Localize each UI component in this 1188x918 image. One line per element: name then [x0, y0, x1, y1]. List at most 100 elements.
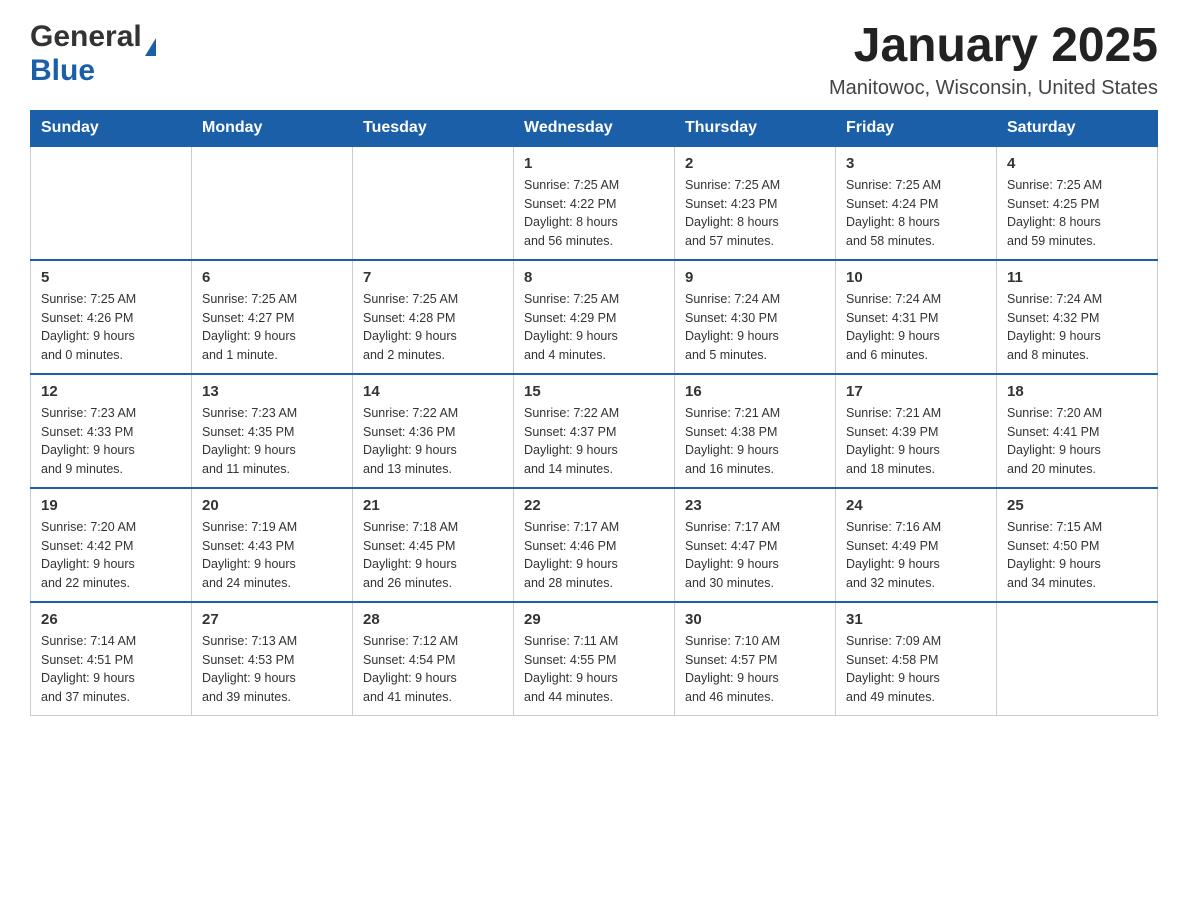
- weekday-header-thursday: Thursday: [675, 110, 836, 146]
- day-number: 16: [685, 383, 825, 400]
- day-info: Sunrise: 7:15 AM Sunset: 4:50 PM Dayligh…: [1007, 518, 1147, 593]
- calendar-cell: 30Sunrise: 7:10 AM Sunset: 4:57 PM Dayli…: [675, 602, 836, 716]
- calendar-cell: 14 Sunrise: 7:22 AM Sunset: 4:36 PM Dayli…: [353, 374, 514, 488]
- day-info: Sunrise: 7:25 AM Sunset: 4:25 PM Dayligh…: [1007, 176, 1147, 251]
- day-info: Sunrise: 7:09 AM Sunset: 4:58 PM Dayligh…: [846, 632, 986, 707]
- day-info: Sunrise: 7:25 AM Sunset: 4:26 PM Dayligh…: [41, 290, 181, 365]
- title-block: January 2025 Manitowoc, Wisconsin, Unite…: [829, 20, 1158, 100]
- calendar-cell: 17 Sunrise: 7:21 AM Sunset: 4:39 PM Dayli…: [836, 374, 997, 488]
- calendar-cell: 29 Sunrise: 7:11 AM Sunset: 4:55 PM Dayli…: [514, 602, 675, 716]
- day-info: Sunrise: 7:25 AM Sunset: 4:24 PM Dayligh…: [846, 176, 986, 251]
- day-number: 9: [685, 269, 825, 286]
- calendar-cell: 5 Sunrise: 7:25 AM Sunset: 4:26 PM Daylig…: [31, 260, 192, 374]
- day-number: 14: [363, 383, 503, 400]
- calendar-cell: 11 Sunrise: 7:24 AM Sunset: 4:32 PM Dayli…: [997, 260, 1158, 374]
- weekday-header-saturday: Saturday: [997, 110, 1158, 146]
- day-number: 25: [1007, 497, 1147, 514]
- calendar-cell: 31 Sunrise: 7:09 AM Sunset: 4:58 PM Dayli…: [836, 602, 997, 716]
- calendar-cell: 15 Sunrise: 7:22 AM Sunset: 4:37 PM Dayli…: [514, 374, 675, 488]
- calendar-week-row: 12 Sunrise: 7:23 AM Sunset: 4:33 PM Dayli…: [31, 374, 1158, 488]
- day-number: 28: [363, 611, 503, 628]
- day-number: 2: [685, 155, 825, 172]
- day-number: 11: [1007, 269, 1147, 286]
- calendar-cell: 28 Sunrise: 7:12 AM Sunset: 4:54 PM Dayli…: [353, 602, 514, 716]
- day-info: Sunrise: 7:25 AM Sunset: 4:29 PM Dayligh…: [524, 290, 664, 365]
- calendar-cell: [192, 146, 353, 260]
- calendar-table: SundayMondayTuesdayWednesdayThursdayFrid…: [30, 110, 1158, 716]
- weekday-header-tuesday: Tuesday: [353, 110, 514, 146]
- calendar-cell: 7 Sunrise: 7:25 AM Sunset: 4:28 PM Daylig…: [353, 260, 514, 374]
- day-number: 7: [363, 269, 503, 286]
- day-info: Sunrise: 7:21 AM Sunset: 4:38 PM Dayligh…: [685, 404, 825, 479]
- calendar-cell: 4 Sunrise: 7:25 AM Sunset: 4:25 PM Daylig…: [997, 146, 1158, 260]
- day-info: Sunrise: 7:25 AM Sunset: 4:28 PM Dayligh…: [363, 290, 503, 365]
- day-info: Sunrise: 7:13 AM Sunset: 4:53 PM Dayligh…: [202, 632, 342, 707]
- logo-text-blue: Blue: [30, 54, 95, 87]
- day-number: 22: [524, 497, 664, 514]
- day-number: 15: [524, 383, 664, 400]
- day-number: 17: [846, 383, 986, 400]
- day-number: 12: [41, 383, 181, 400]
- day-info: Sunrise: 7:21 AM Sunset: 4:39 PM Dayligh…: [846, 404, 986, 479]
- day-info: Sunrise: 7:23 AM Sunset: 4:33 PM Dayligh…: [41, 404, 181, 479]
- calendar-cell: 1 Sunrise: 7:25 AM Sunset: 4:22 PM Daylig…: [514, 146, 675, 260]
- day-number: 29: [524, 611, 664, 628]
- weekday-header-friday: Friday: [836, 110, 997, 146]
- page-header: General Blue January 2025 Manitowoc, Wis…: [30, 20, 1158, 100]
- day-info: Sunrise: 7:20 AM Sunset: 4:42 PM Dayligh…: [41, 518, 181, 593]
- day-info: Sunrise: 7:25 AM Sunset: 4:22 PM Dayligh…: [524, 176, 664, 251]
- weekday-header-monday: Monday: [192, 110, 353, 146]
- day-number: 5: [41, 269, 181, 286]
- calendar-cell: 26Sunrise: 7:14 AM Sunset: 4:51 PM Dayli…: [31, 602, 192, 716]
- calendar-cell: 24 Sunrise: 7:16 AM Sunset: 4:49 PM Dayli…: [836, 488, 997, 602]
- calendar-cell: 16 Sunrise: 7:21 AM Sunset: 4:38 PM Dayli…: [675, 374, 836, 488]
- day-info: Sunrise: 7:25 AM Sunset: 4:27 PM Dayligh…: [202, 290, 342, 365]
- page-subtitle: Manitowoc, Wisconsin, United States: [829, 77, 1158, 100]
- weekday-header-sunday: Sunday: [31, 110, 192, 146]
- day-info: Sunrise: 7:11 AM Sunset: 4:55 PM Dayligh…: [524, 632, 664, 707]
- day-number: 1: [524, 155, 664, 172]
- day-info: Sunrise: 7:16 AM Sunset: 4:49 PM Dayligh…: [846, 518, 986, 593]
- calendar-cell: 22Sunrise: 7:17 AM Sunset: 4:46 PM Dayli…: [514, 488, 675, 602]
- weekday-header-row: SundayMondayTuesdayWednesdayThursdayFrid…: [31, 110, 1158, 146]
- day-info: Sunrise: 7:24 AM Sunset: 4:32 PM Dayligh…: [1007, 290, 1147, 365]
- calendar-cell: 2 Sunrise: 7:25 AM Sunset: 4:23 PM Daylig…: [675, 146, 836, 260]
- page-title: January 2025: [829, 20, 1158, 73]
- day-info: Sunrise: 7:23 AM Sunset: 4:35 PM Dayligh…: [202, 404, 342, 479]
- calendar-cell: 6Sunrise: 7:25 AM Sunset: 4:27 PM Daylig…: [192, 260, 353, 374]
- day-info: Sunrise: 7:18 AM Sunset: 4:45 PM Dayligh…: [363, 518, 503, 593]
- calendar-body: 1 Sunrise: 7:25 AM Sunset: 4:22 PM Daylig…: [31, 146, 1158, 716]
- day-info: Sunrise: 7:12 AM Sunset: 4:54 PM Dayligh…: [363, 632, 503, 707]
- logo: General Blue: [30, 20, 156, 88]
- day-info: Sunrise: 7:25 AM Sunset: 4:23 PM Dayligh…: [685, 176, 825, 251]
- day-info: Sunrise: 7:22 AM Sunset: 4:37 PM Dayligh…: [524, 404, 664, 479]
- day-number: 8: [524, 269, 664, 286]
- calendar-header: SundayMondayTuesdayWednesdayThursdayFrid…: [31, 110, 1158, 146]
- day-number: 27: [202, 611, 342, 628]
- day-info: Sunrise: 7:24 AM Sunset: 4:31 PM Dayligh…: [846, 290, 986, 365]
- day-number: 10: [846, 269, 986, 286]
- calendar-cell: 12 Sunrise: 7:23 AM Sunset: 4:33 PM Dayli…: [31, 374, 192, 488]
- day-info: Sunrise: 7:22 AM Sunset: 4:36 PM Dayligh…: [363, 404, 503, 479]
- day-number: 21: [363, 497, 503, 514]
- day-number: 13: [202, 383, 342, 400]
- logo-text-general: General: [30, 20, 156, 54]
- day-number: 26: [41, 611, 181, 628]
- calendar-cell: 27 Sunrise: 7:13 AM Sunset: 4:53 PM Dayli…: [192, 602, 353, 716]
- day-number: 4: [1007, 155, 1147, 172]
- calendar-cell: 25 Sunrise: 7:15 AM Sunset: 4:50 PM Dayli…: [997, 488, 1158, 602]
- calendar-cell: 18Sunrise: 7:20 AM Sunset: 4:41 PM Dayli…: [997, 374, 1158, 488]
- calendar-cell: 3 Sunrise: 7:25 AM Sunset: 4:24 PM Daylig…: [836, 146, 997, 260]
- calendar-cell: 20Sunrise: 7:19 AM Sunset: 4:43 PM Dayli…: [192, 488, 353, 602]
- day-number: 3: [846, 155, 986, 172]
- day-number: 24: [846, 497, 986, 514]
- day-number: 20: [202, 497, 342, 514]
- calendar-week-row: 5 Sunrise: 7:25 AM Sunset: 4:26 PM Daylig…: [31, 260, 1158, 374]
- day-info: Sunrise: 7:17 AM Sunset: 4:47 PM Dayligh…: [685, 518, 825, 593]
- calendar-cell: 8 Sunrise: 7:25 AM Sunset: 4:29 PM Daylig…: [514, 260, 675, 374]
- calendar-cell: [997, 602, 1158, 716]
- day-number: 18: [1007, 383, 1147, 400]
- day-number: 31: [846, 611, 986, 628]
- calendar-cell: [31, 146, 192, 260]
- calendar-cell: [353, 146, 514, 260]
